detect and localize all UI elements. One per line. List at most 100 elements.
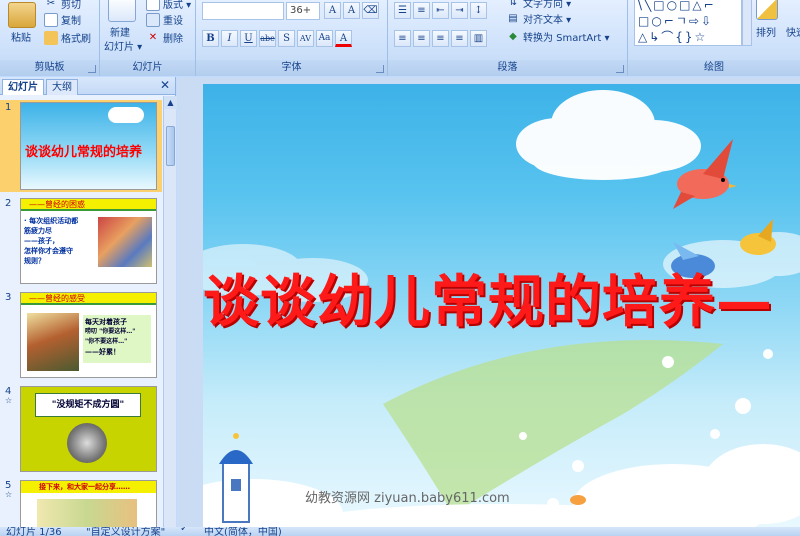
slide-number: 2: [5, 198, 12, 209]
slide-thumb-2[interactable]: 2 ——曾经的困惑 · 每次组织活动都 筋疲力尽 ——孩子， 怎样你才会遵守 规…: [0, 196, 162, 286]
grow-shrink-buttons: A A ⌫: [324, 2, 379, 19]
close-icon[interactable]: ✕: [160, 78, 170, 92]
clipboard-group-label: 剪贴板: [0, 60, 99, 76]
font-color-button[interactable]: A: [335, 30, 352, 47]
align-buttons: ≡ ≡ ≡ ≡ ▥: [394, 30, 487, 47]
paragraph-group: ☰ ≡ ⇤ ⇥ ↕ ⇅ 文字方向 ▾ ▤ 对齐文本 ▾ ◆ 转换为 SmartArt …: [388, 0, 628, 76]
underline-button[interactable]: U: [240, 30, 257, 47]
drawing-group: \╲□○□△⌐ □○⌐ㄱ⇨⇩ △↳⌒{}☆ 排列 快速 绘图: [628, 0, 800, 76]
clipboard-launcher-icon[interactable]: [88, 65, 96, 73]
numbering-icon[interactable]: ≡: [413, 2, 430, 19]
slide-thumb-text: · 每次组织活动都 筋疲力尽 ——孩子， 怎样你才会遵守 规则？: [24, 217, 79, 265]
slide-transition-icon: ☆: [5, 396, 13, 405]
arrange-icon[interactable]: [756, 0, 778, 20]
case-button[interactable]: Aa: [316, 30, 333, 47]
quick-styles-button[interactable]: 快速: [786, 24, 800, 39]
slide-preview: "没规矩不成方圆": [20, 386, 157, 472]
align-right-icon[interactable]: ≡: [432, 30, 449, 47]
spacing-button[interactable]: AV: [297, 30, 314, 47]
slide-thumb-photo: [67, 423, 107, 463]
line-spacing-icon[interactable]: ↕: [470, 2, 487, 19]
grow-font-icon[interactable]: A: [324, 2, 341, 19]
slide-thumb-header: ——曾经的感受: [21, 293, 156, 305]
font-format-buttons: B I U abe S AV Aa A: [202, 30, 352, 47]
align-text-button[interactable]: ▤ 对齐文本 ▾: [506, 11, 571, 27]
tab-outline[interactable]: 大纲: [46, 79, 78, 95]
slide-thumb-photo: [37, 499, 137, 527]
language[interactable]: 中文(简体，中国): [204, 527, 282, 536]
clear-format-icon[interactable]: ⌫: [362, 2, 379, 19]
decrease-indent-icon[interactable]: ⇤: [432, 2, 449, 19]
columns-icon[interactable]: ▥: [470, 30, 487, 47]
slide-thumb-callout: 每天对着孩子 唠叨 "你要这样…" "你不要这样…" ——好累！: [83, 315, 151, 363]
format-painter-button[interactable]: 格式刷: [44, 30, 91, 45]
slide-title[interactable]: 谈谈幼儿常规的培养—: [203, 272, 800, 334]
text-direction-button[interactable]: ⇅ 文字方向 ▾: [506, 0, 571, 10]
pane-tabs: 幻灯片 大纲 ✕: [0, 77, 175, 95]
bold-button[interactable]: B: [202, 30, 219, 47]
shapes-gallery[interactable]: \╲□○□△⌐ □○⌐ㄱ⇨⇩ △↳⌒{}☆: [634, 0, 742, 46]
align-left-icon[interactable]: ≡: [394, 30, 411, 47]
slide-thumb-5[interactable]: 5 ☆ 接下来，和大家一起分享……: [0, 478, 162, 527]
thumbnails-scrollbar[interactable]: ▲: [163, 96, 177, 527]
slide-thumb-3[interactable]: 3 ——曾经的感受 每天对着孩子 唠叨 "你要这样…" "你不要这样…" ——好…: [0, 290, 162, 380]
slides-group-label: 幻灯片: [100, 60, 195, 76]
arrange-button[interactable]: 排列: [756, 24, 776, 39]
delete-button[interactable]: ✕ 删除: [146, 30, 183, 46]
cut-button[interactable]: ✂ 剪切: [44, 0, 81, 11]
status-bar: 幻灯片 1/36 "自定义设计方案" ✓ 中文(简体，中国): [0, 527, 800, 536]
slide-thumbnails[interactable]: 1 谈谈幼儿常规的培养 2 ——曾经的困惑 · 每次组织活动都 筋疲力尽 ——孩…: [0, 96, 162, 527]
new-slide-icon[interactable]: [108, 0, 136, 22]
slide-thumb-header: ——曾经的困惑: [21, 199, 156, 211]
slide-thumb-photo: [27, 313, 79, 371]
scissors-icon: ✂: [46, 0, 56, 9]
font-launcher-icon[interactable]: [376, 65, 384, 73]
justify-icon[interactable]: ≡: [451, 30, 468, 47]
paragraph-launcher-icon[interactable]: [616, 65, 624, 73]
slide-editor: 谈谈幼儿常规的培养— 幼教资源网 ziyuan.baby611.com: [177, 77, 800, 527]
shapes-row-3: △↳⌒{}☆: [638, 30, 708, 44]
font-size-field[interactable]: 36+: [286, 2, 320, 20]
font-group-label: 字体: [196, 60, 387, 76]
ribbon: 粘贴 ✂ 剪切 复制 格式刷 剪贴板 新建 幻灯片 ▾ 版式 ▾ 重设 ✕ 删除 幻…: [0, 0, 800, 76]
slide-thumb-1[interactable]: 1 谈谈幼儿常规的培养: [0, 100, 162, 192]
slide-number: 3: [5, 292, 12, 303]
text-direction-icon: ⇅: [508, 0, 518, 8]
increase-indent-icon[interactable]: ⇥: [451, 2, 468, 19]
paste-icon[interactable]: [8, 2, 36, 28]
clipboard-group: 粘贴 ✂ 剪切 复制 格式刷 剪贴板: [0, 0, 100, 76]
strikethrough-button[interactable]: abe: [259, 30, 276, 47]
tab-slides[interactable]: 幻灯片: [2, 79, 44, 95]
slide-count: 幻灯片 1/36: [6, 527, 62, 536]
shapes-scroll[interactable]: [742, 0, 752, 46]
slide-thumb-4[interactable]: 4 ☆ "没规矩不成方圆": [0, 384, 162, 474]
font-name-field[interactable]: [202, 2, 284, 20]
scroll-up-icon[interactable]: ▲: [164, 96, 177, 109]
spellcheck-icon[interactable]: ✓: [180, 527, 188, 534]
smartart-button[interactable]: ◆ 转换为 SmartArt ▾: [506, 29, 609, 45]
scroll-thumb[interactable]: [166, 126, 175, 166]
bullets-icon[interactable]: ☰: [394, 2, 411, 19]
slide-thumb-header: 接下来，和大家一起分享……: [21, 481, 156, 493]
theme-name[interactable]: "自定义设计方案": [86, 527, 165, 536]
slides-pane: 幻灯片 大纲 ✕ 1 谈谈幼儿常规的培养 2 ——曾经的困惑 · 每次组织活动都…: [0, 77, 177, 527]
smartart-icon: ◆: [509, 30, 517, 42]
slide-thumb-title-box: "没规矩不成方圆": [35, 393, 141, 417]
copy-button[interactable]: 复制: [44, 12, 81, 27]
shrink-font-icon[interactable]: A: [343, 2, 360, 19]
list-buttons: ☰ ≡ ⇤ ⇥ ↕: [394, 2, 487, 19]
slide-number: 1: [5, 102, 12, 113]
slide-thumb-title: 谈谈幼儿常规的培养: [25, 145, 143, 160]
watermark: 幼教资源网 ziyuan.baby611.com: [305, 491, 510, 506]
reset-icon: [146, 12, 160, 27]
current-slide[interactable]: 谈谈幼儿常规的培养— 幼教资源网 ziyuan.baby611.com: [203, 84, 800, 527]
new-slide-button[interactable]: 新建: [110, 24, 130, 39]
align-center-icon[interactable]: ≡: [413, 30, 430, 47]
italic-button[interactable]: I: [221, 30, 238, 47]
new-slide-dropdown[interactable]: 幻灯片 ▾: [104, 38, 142, 53]
shadow-button[interactable]: S: [278, 30, 295, 47]
paste-button[interactable]: 粘贴: [11, 29, 31, 44]
layout-button[interactable]: 版式 ▾: [146, 0, 191, 11]
reset-button[interactable]: 重设: [146, 12, 183, 27]
tower: [219, 433, 253, 523]
